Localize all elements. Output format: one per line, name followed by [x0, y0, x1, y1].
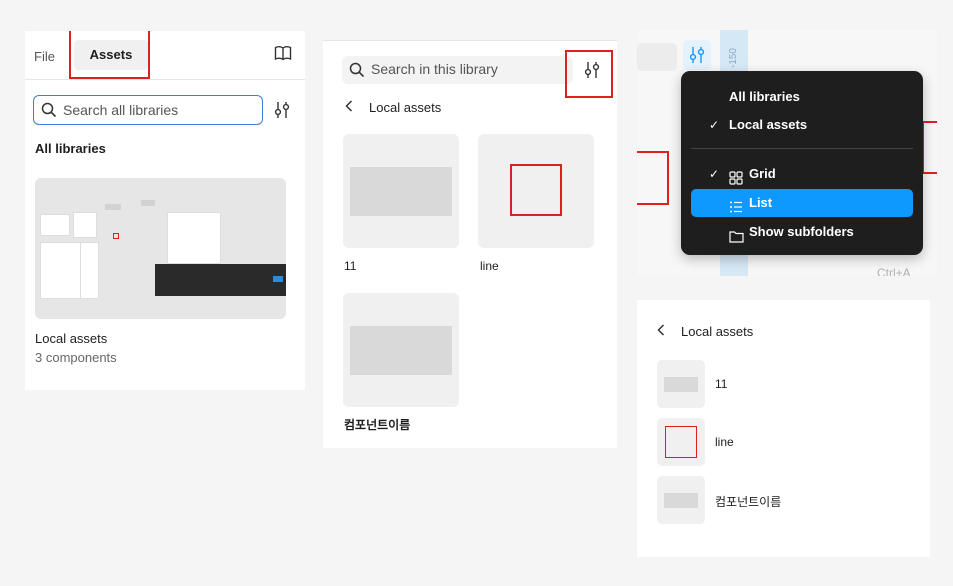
component-row-thumbnail[interactable] — [657, 360, 705, 408]
thumb-shape — [105, 204, 121, 210]
thumb-frame — [73, 212, 97, 238]
component-preview-box — [665, 426, 697, 458]
component-preview-box — [510, 164, 562, 216]
section-title: All libraries — [35, 141, 106, 156]
back-button[interactable]: Local assets — [657, 324, 753, 339]
search-placeholder: Search in this library — [371, 61, 498, 77]
check-icon: ✓ — [709, 118, 720, 132]
component-label: line — [480, 259, 499, 273]
thumb-frame — [167, 212, 221, 264]
chevron-left-icon — [657, 324, 665, 339]
library-list-panel: Local assets 11 line 컴포넌트이름 — [637, 300, 930, 557]
menu-item-grid[interactable]: ✓ Grid — [691, 160, 913, 188]
component-card[interactable] — [478, 134, 594, 248]
filter-icon — [689, 45, 705, 70]
component-label[interactable]: line — [715, 435, 734, 449]
search-icon — [41, 102, 57, 121]
back-label: Local assets — [681, 324, 754, 339]
component-preview — [350, 326, 452, 375]
toolbar-field — [637, 43, 677, 71]
divider — [323, 40, 617, 41]
ruler-label: -150 — [728, 48, 739, 69]
library-count: 3 components — [35, 350, 117, 365]
component-label: 11 — [344, 259, 357, 273]
component-preview — [664, 377, 698, 392]
divider — [25, 79, 305, 80]
menu-item-list[interactable]: List — [691, 189, 913, 217]
component-preview — [664, 493, 698, 508]
menu-item-label: All libraries — [729, 89, 800, 104]
component-preview — [350, 167, 452, 216]
highlight-box — [922, 121, 937, 174]
search-input[interactable]: Search all libraries — [33, 95, 263, 125]
component-label[interactable]: 11 — [715, 377, 727, 391]
component-label: 컴포넌트이름 — [344, 418, 411, 432]
check-icon: ✓ — [709, 167, 720, 181]
component-card[interactable] — [343, 134, 459, 248]
book-icon[interactable] — [274, 45, 292, 66]
menu-item-label: Grid — [749, 166, 776, 181]
library-grid-panel: Search in this library Local assets 11 l… — [323, 40, 617, 448]
component-row-thumbnail[interactable] — [657, 418, 705, 466]
menu-item-local-assets[interactable]: ✓ Local assets — [691, 111, 913, 139]
library-thumbnail[interactable] — [35, 178, 286, 319]
menu-item-label: Local assets — [729, 117, 808, 132]
thumb-dark-panel — [155, 264, 286, 296]
component-row-thumbnail[interactable] — [657, 476, 705, 524]
thumb-frame — [80, 242, 99, 299]
view-options-menu: All libraries ✓ Local assets ✓ Grid List… — [681, 71, 923, 255]
search-icon — [349, 62, 365, 81]
filter-button[interactable] — [683, 40, 711, 70]
library-name[interactable]: Local assets — [35, 331, 107, 346]
menu-divider — [691, 148, 913, 149]
highlight-box — [69, 31, 150, 79]
back-label: Local assets — [369, 100, 442, 115]
assets-panel: File Assets Search all libraries All lib… — [25, 31, 305, 390]
thumb-shape — [141, 200, 155, 206]
back-button[interactable]: Local assets — [345, 100, 441, 115]
thumb-frame — [40, 214, 70, 236]
folder-icon — [729, 225, 744, 253]
highlight-box — [637, 151, 669, 205]
search-placeholder: Search all libraries — [63, 102, 179, 118]
menu-item-label: Show subfolders — [749, 224, 854, 239]
menu-item-show-subfolders[interactable]: Show subfolders — [691, 218, 913, 246]
menu-item-all-libraries[interactable]: All libraries — [691, 83, 913, 111]
thumb-mark — [273, 276, 283, 282]
highlight-box — [565, 50, 613, 98]
thumb-mark — [113, 233, 119, 239]
chevron-left-icon — [345, 100, 353, 115]
menu-item-label: List — [749, 195, 773, 210]
component-label[interactable]: 컴포넌트이름 — [715, 493, 781, 510]
tab-file[interactable]: File — [34, 49, 55, 64]
component-card[interactable] — [343, 293, 459, 407]
filter-icon[interactable] — [274, 100, 290, 125]
library-search-input[interactable]: Search in this library — [342, 56, 573, 84]
shortcut-hint: Ctrl+A — [877, 266, 911, 276]
